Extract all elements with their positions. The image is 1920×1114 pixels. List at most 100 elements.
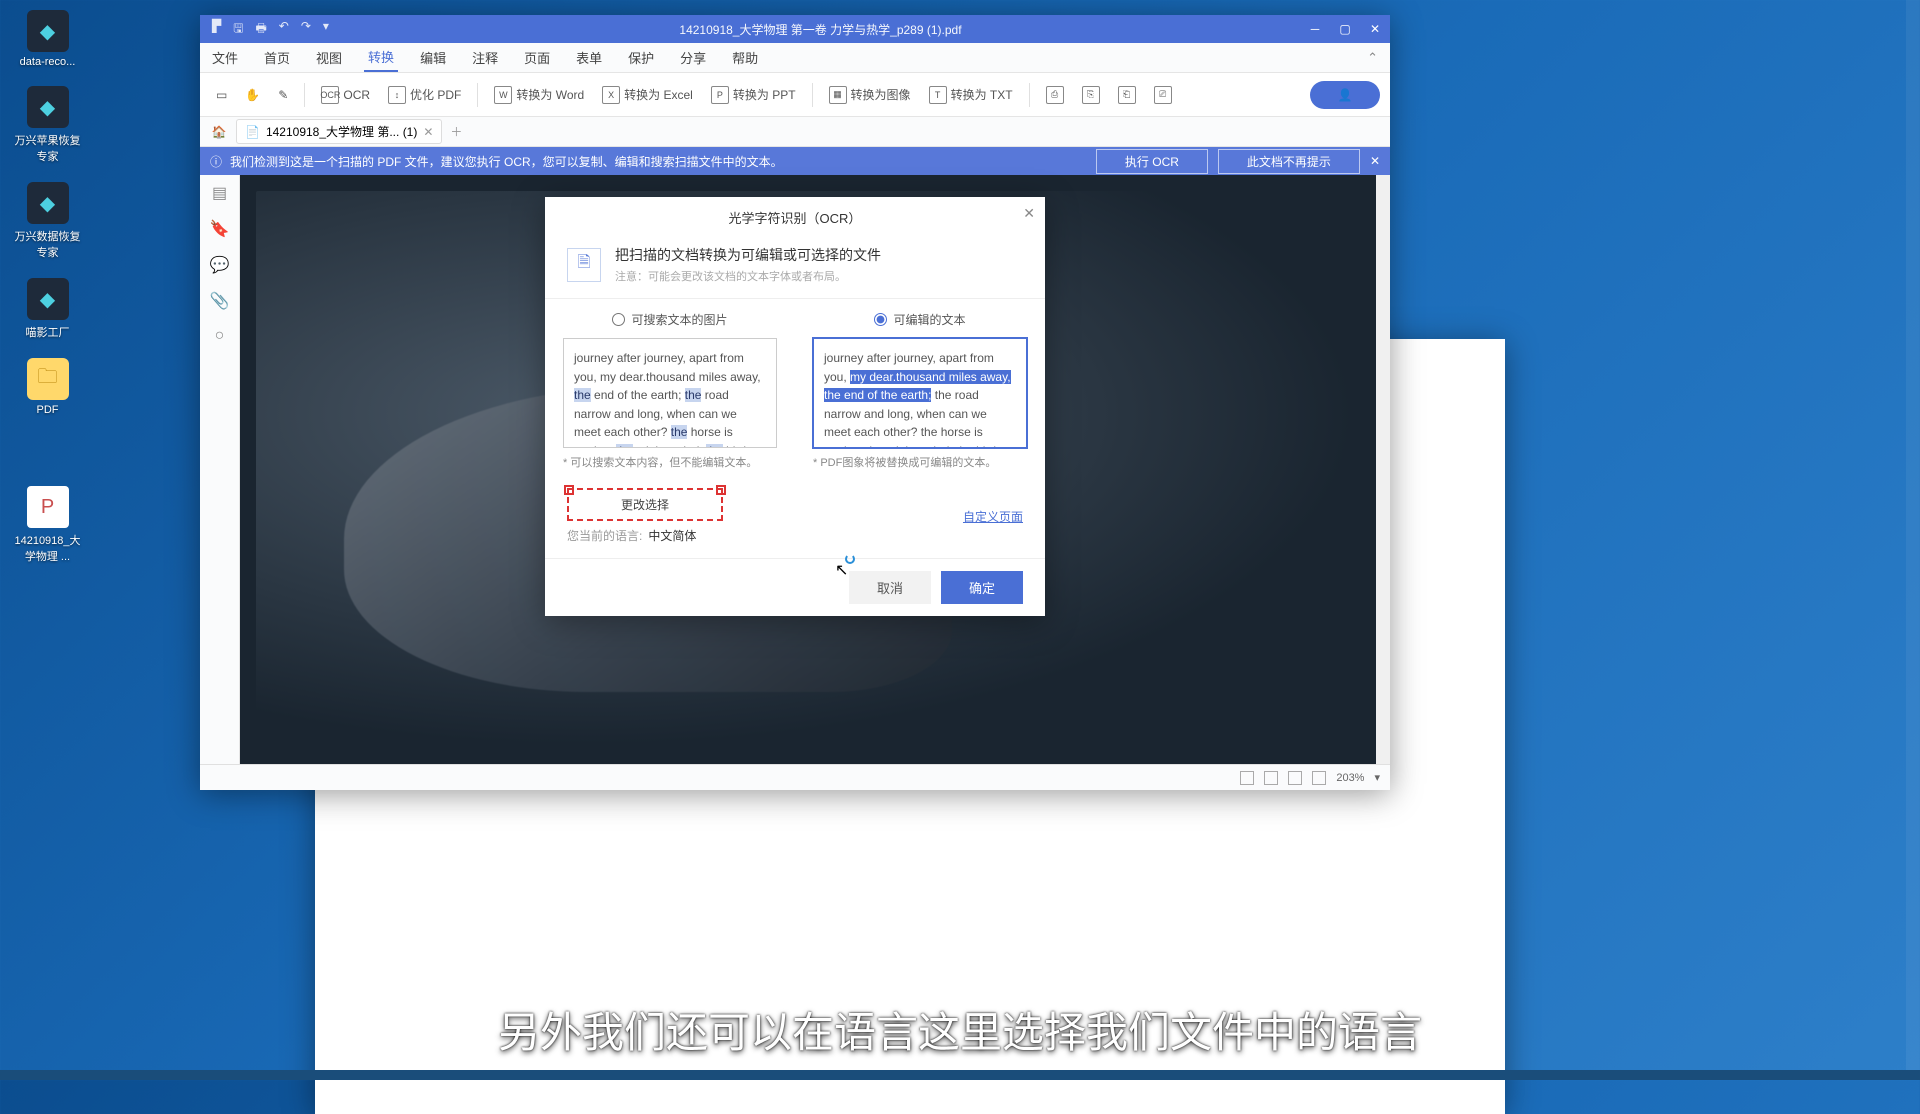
option-label: 可编辑的文本 xyxy=(893,311,965,328)
tool-to-txt[interactable]: T转换为 TXT xyxy=(923,82,1019,108)
tool-to-image[interactable]: ▦转换为图像 xyxy=(823,82,917,108)
option-note: * PDF图象将被替换成可编辑的文本。 xyxy=(813,454,1027,470)
attachments-icon[interactable]: 📎 xyxy=(210,291,230,311)
view-mode-4[interactable] xyxy=(1312,771,1326,785)
menu-protect[interactable]: 保护 xyxy=(624,44,658,71)
tool-edit[interactable]: ✎ xyxy=(272,84,294,106)
cancel-button[interactable]: 取消 xyxy=(849,571,931,604)
save-icon[interactable]: 🖫 xyxy=(233,19,243,40)
tool-to-ppt[interactable]: P转换为 PPT xyxy=(705,82,802,108)
menu-help[interactable]: 帮助 xyxy=(728,44,762,71)
dialog-close-icon[interactable]: ✕ xyxy=(1023,205,1035,222)
desktop-icon-pdf-file[interactable]: P14210918_大学物理 ... xyxy=(10,486,85,564)
app-logo-icon[interactable]: ▛ xyxy=(212,19,221,40)
view-mode-2[interactable] xyxy=(1264,771,1278,785)
tab-home-icon[interactable]: 🏠 xyxy=(208,121,230,143)
bookmarks-icon[interactable]: 🔖 xyxy=(210,219,230,239)
tab-add-button[interactable]: ＋ xyxy=(450,123,462,140)
option-searchable[interactable]: 可搜索文本的图片 xyxy=(563,311,777,328)
ocr-dialog: 光学字符识别（OCR） ✕ 🗎 把扫描的文档转换为可编辑或可选择的文件 注意：可… xyxy=(545,197,1045,616)
dialog-title: 光学字符识别（OCR） ✕ xyxy=(545,197,1045,237)
ok-button[interactable]: 确定 xyxy=(941,571,1023,604)
zoom-dropdown-icon[interactable]: ▾ xyxy=(1374,771,1380,784)
menu-page[interactable]: 页面 xyxy=(520,44,554,71)
option-label: 可搜索文本的图片 xyxy=(631,311,727,328)
document-tab[interactable]: 📄 14210918_大学物理 第... (1) ✕ xyxy=(236,119,442,144)
user-button[interactable]: 👤 xyxy=(1310,81,1380,109)
tool-extra-2[interactable]: ⎘ xyxy=(1076,82,1106,108)
collapse-ribbon-icon[interactable]: ⌃ xyxy=(1363,46,1382,70)
busy-icon xyxy=(845,554,855,564)
redo-icon[interactable]: ↷ xyxy=(301,19,311,40)
taskbar[interactable] xyxy=(0,1070,1920,1080)
video-subtitle: 另外我们还可以在语言这里选择我们文件中的语言 xyxy=(0,999,1920,1060)
minimize-button[interactable]: ─ xyxy=(1300,15,1330,43)
dialog-heading: 把扫描的文档转换为可编辑或可选择的文件 xyxy=(615,245,881,265)
txt-icon: T xyxy=(929,86,947,104)
maximize-button[interactable]: ▢ xyxy=(1330,15,1360,43)
tool-label: 转换为 Word xyxy=(516,86,584,103)
tool-extra-4[interactable]: ⎚ xyxy=(1148,82,1178,108)
vertical-scrollbar[interactable] xyxy=(1376,175,1390,764)
tool-hand[interactable]: ✋ xyxy=(239,84,266,106)
tool-label: 转换为 Excel xyxy=(624,86,693,103)
undo-icon[interactable]: ↶ xyxy=(279,19,289,40)
edit-icon: ✎ xyxy=(278,88,288,102)
folder-icon: 🗀 xyxy=(27,358,69,400)
doc-icon: 📄 xyxy=(245,125,260,139)
menu-home[interactable]: 首页 xyxy=(260,44,294,71)
pdf-icon: P xyxy=(27,486,69,528)
notice-text: 我们检测到这是一个扫描的 PDF 文件，建议您执行 OCR，您可以复制、编辑和搜… xyxy=(230,153,783,170)
tool-to-excel[interactable]: X转换为 Excel xyxy=(596,82,699,108)
thumbnails-icon[interactable]: ▤ xyxy=(212,183,227,203)
tool-icon: ⎙ xyxy=(1046,86,1064,104)
exec-ocr-button[interactable]: 执行 OCR xyxy=(1096,149,1208,174)
view-mode-1[interactable] xyxy=(1240,771,1254,785)
close-button[interactable]: ✕ xyxy=(1360,15,1390,43)
titlebar[interactable]: ▛ 🖫 🖶 ↶ ↷ ▾ 14210918_大学物理 第一卷 力学与热学_p289… xyxy=(200,15,1390,43)
comments-icon[interactable]: 💬 xyxy=(210,255,230,275)
view-mode-3[interactable] xyxy=(1288,771,1302,785)
tool-ocr[interactable]: OCR OCR xyxy=(315,82,376,108)
tool-optimize[interactable]: ↕优化 PDF xyxy=(382,82,467,108)
desktop-icon-recoverit-ios[interactable]: ◆万兴苹果恢复专家 xyxy=(10,86,85,164)
menu-form[interactable]: 表单 xyxy=(572,44,606,71)
option-editable[interactable]: 可编辑的文本 xyxy=(813,311,1027,328)
optimize-icon: ↕ xyxy=(388,86,406,104)
menu-comment[interactable]: 注释 xyxy=(468,44,502,71)
icon-label: 喵影工厂 xyxy=(26,324,70,340)
tool-to-word[interactable]: W转换为 Word xyxy=(488,82,590,108)
tool-select[interactable]: ▭ xyxy=(210,84,233,106)
desktop-icon-datareco[interactable]: ◆data-reco... xyxy=(10,10,85,68)
window-snap-hint xyxy=(1906,0,1920,1080)
icon-label: data-reco... xyxy=(20,56,76,68)
ocr-notice-bar: ⓘ我们检测到这是一个扫描的 PDF 文件，建议您执行 OCR，您可以复制、编辑和… xyxy=(200,147,1390,175)
icon-label: 万兴数据恢复专家 xyxy=(10,228,85,260)
tool-extra-1[interactable]: ⎙ xyxy=(1040,82,1070,108)
desktop-icon-filmora[interactable]: ◆喵影工厂 xyxy=(10,278,85,340)
ocr-icon: OCR xyxy=(321,86,339,104)
print-icon[interactable]: 🖶 xyxy=(255,19,266,40)
menu-convert[interactable]: 转换 xyxy=(364,43,398,72)
user-icon: 👤 xyxy=(1338,88,1353,102)
icon-label: PDF xyxy=(37,404,59,416)
dismiss-notice-button[interactable]: 此文档不再提示 xyxy=(1218,149,1360,174)
menu-share[interactable]: 分享 xyxy=(676,44,710,71)
mouse-cursor: ↖ xyxy=(835,560,848,580)
tool-label: OCR xyxy=(343,88,370,102)
desktop-icon-recoverit[interactable]: ◆万兴数据恢复专家 xyxy=(10,182,85,260)
change-language-button[interactable]: 更改选择 xyxy=(567,488,723,521)
notice-close-icon[interactable]: ✕ xyxy=(1370,154,1380,168)
desktop-icon-pdf-folder[interactable]: 🗀 PDF xyxy=(10,358,85,416)
document-tabs: 🏠 📄 14210918_大学物理 第... (1) ✕ ＋ xyxy=(200,117,1390,147)
quickbar-more-icon[interactable]: ▾ xyxy=(323,19,329,40)
search-icon[interactable]: ○ xyxy=(215,327,225,345)
menu-view[interactable]: 视图 xyxy=(312,44,346,71)
menu-edit[interactable]: 编辑 xyxy=(416,44,450,71)
select-icon: ▭ xyxy=(216,88,227,102)
window-title: 14210918_大学物理 第一卷 力学与热学_p289 (1).pdf xyxy=(341,21,1300,38)
tab-close-icon[interactable]: ✕ xyxy=(423,125,433,139)
menu-file[interactable]: 文件 xyxy=(208,44,242,71)
tool-extra-3[interactable]: ⎗ xyxy=(1112,82,1142,108)
custom-pages-link[interactable]: 自定义页面 xyxy=(963,508,1023,525)
